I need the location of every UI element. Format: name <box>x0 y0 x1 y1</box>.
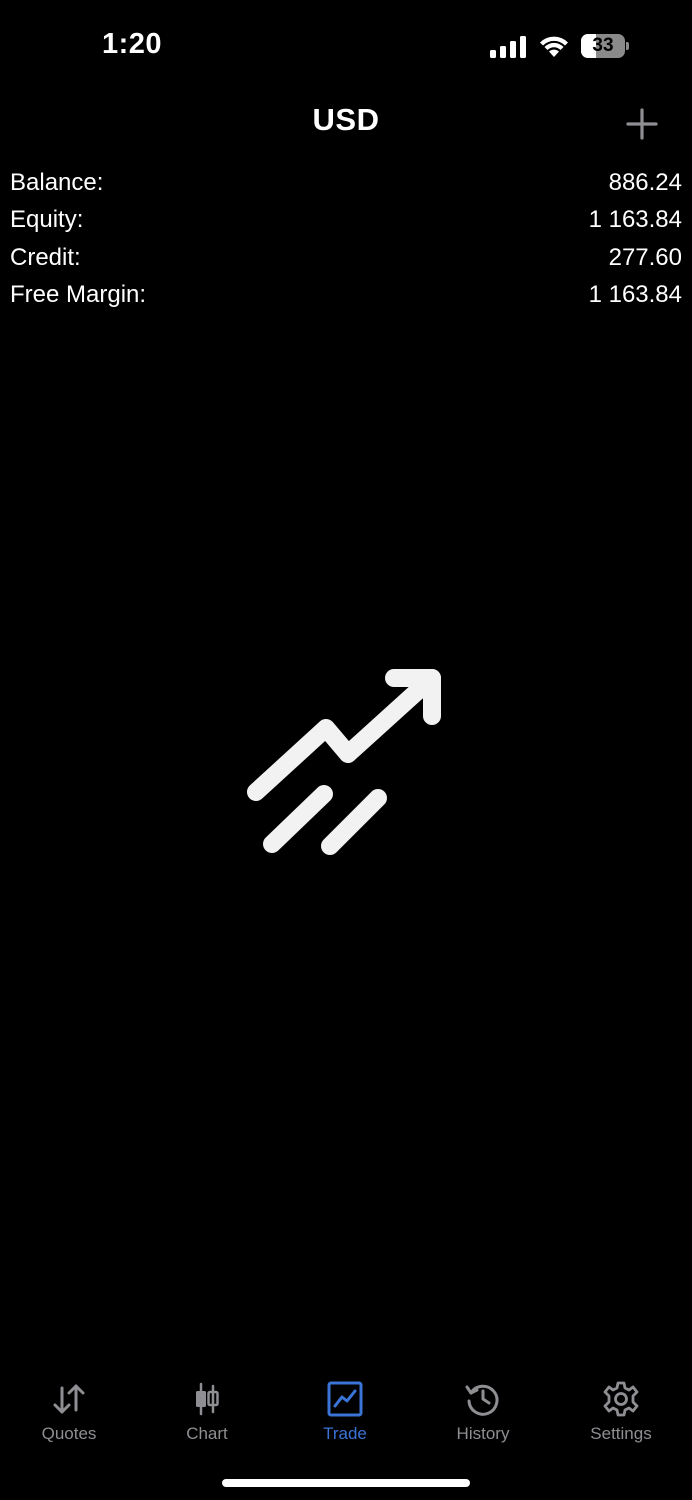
summary-value: 277.60 <box>608 243 682 271</box>
tab-label-chart: Chart <box>186 1424 228 1443</box>
add-order-button[interactable] <box>620 102 664 146</box>
battery-indicator: 33 <box>581 34 629 58</box>
summary-row: Free Margin: 1 163.84 <box>10 277 682 315</box>
summary-value: 1 163.84 <box>588 281 682 309</box>
trade-chart-icon <box>327 1381 363 1417</box>
header: USD <box>0 92 692 152</box>
trending-up-icon <box>247 669 441 855</box>
tab-quotes[interactable]: Quotes <box>0 1370 138 1460</box>
tab-settings[interactable]: Settings <box>552 1370 690 1460</box>
tab-chart[interactable]: Chart <box>138 1370 276 1460</box>
summary-label: Balance: <box>10 168 104 196</box>
cellular-signal-icon <box>490 36 526 58</box>
tab-history[interactable]: History <box>414 1370 552 1460</box>
quotes-arrows-icon <box>53 1384 85 1414</box>
home-indicator[interactable] <box>222 1479 470 1487</box>
summary-label: Free Margin: <box>10 281 147 309</box>
summary-row: Balance: 886.24 <box>10 164 682 202</box>
summary-value: 1 163.84 <box>588 206 682 234</box>
candlestick-icon <box>196 1382 219 1416</box>
summary-row: Credit: 277.60 <box>10 239 682 277</box>
account-summary: Balance: 886.24 Equity: 1 163.84 Credit: 277.… <box>10 164 682 314</box>
trade-screen: 1:20 33 USD Balance: 886.24 Equity: 1 16… <box>0 0 692 1500</box>
battery-level: 33 <box>592 35 614 56</box>
account-currency-title: USD <box>312 102 380 137</box>
plus-icon <box>626 108 658 140</box>
tab-label-settings: Settings <box>590 1424 652 1443</box>
battery-cap <box>626 42 629 50</box>
tab-label-trade: Trade <box>323 1424 367 1443</box>
battery-body: 33 <box>581 34 625 58</box>
status-time: 1:20 <box>102 28 163 60</box>
status-bar: 1:20 33 <box>0 0 692 92</box>
history-clock-icon <box>465 1384 499 1416</box>
summary-label: Equity: <box>10 206 84 234</box>
summary-row: Equity: 1 163.84 <box>10 202 682 240</box>
summary-label: Credit: <box>10 243 81 271</box>
wifi-icon <box>540 36 568 57</box>
tab-trade[interactable]: Trade <box>276 1370 414 1460</box>
gear-icon <box>603 1381 639 1417</box>
tab-label-history: History <box>456 1424 510 1443</box>
summary-value: 886.24 <box>608 168 682 196</box>
tab-label-quotes: Quotes <box>41 1424 97 1443</box>
